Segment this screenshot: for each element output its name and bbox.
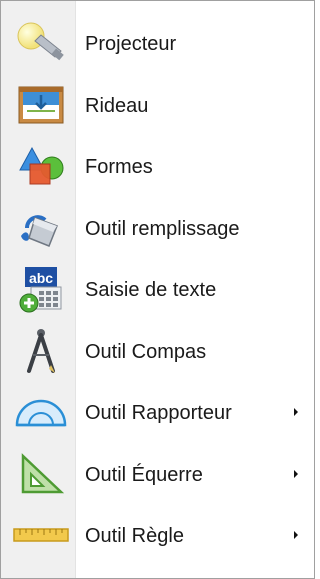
- menu-item-label: Projecteur: [85, 33, 177, 55]
- submenu-arrow-icon: [294, 469, 298, 478]
- menu-items: Projecteur Rideau Formes Outil remplissa…: [1, 13, 314, 567]
- menu-item-label: Outil Équerre: [85, 463, 203, 486]
- menu-item-rideau[interactable]: Rideau: [1, 75, 314, 137]
- shapes-icon: [13, 142, 69, 190]
- compass-icon: [13, 327, 69, 375]
- svg-text:abc: abc: [29, 270, 53, 286]
- menu-item-label: Outil Règle: [85, 525, 184, 547]
- menu-item-saisie-de-texte[interactable]: abc Saisie de texte: [1, 259, 314, 321]
- menu-item-outil-rapporteur[interactable]: Outil Rapporteur: [1, 382, 314, 444]
- menu-item-label: Saisie de texte: [85, 279, 217, 301]
- set-square-icon: [13, 450, 69, 498]
- menu-item-outil-compas[interactable]: Outil Compas: [1, 321, 314, 383]
- menu-item-outil-regle[interactable]: Outil Règle: [1, 505, 314, 567]
- spotlight-icon: [13, 19, 69, 67]
- protractor-icon: [13, 388, 69, 436]
- submenu-arrow-icon: [294, 531, 298, 539]
- curtain-icon: [13, 81, 69, 129]
- menu-item-label: Rideau: [85, 94, 149, 117]
- ruler-icon: [13, 511, 69, 559]
- text-input-icon: abc: [13, 265, 69, 313]
- menu-item-label: Outil Rapporteur: [85, 402, 232, 424]
- menu-item-label: Formes: [85, 156, 153, 178]
- menu-item-label: Outil remplissage: [85, 217, 240, 240]
- submenu-arrow-icon: [294, 408, 298, 416]
- menu-item-formes[interactable]: Formes: [1, 136, 314, 198]
- menu-item-label: Outil Compas: [85, 340, 207, 363]
- context-menu: Projecteur Rideau Formes Outil remplissa…: [0, 0, 315, 579]
- menu-item-outil-equerre[interactable]: Outil Équerre: [1, 444, 314, 506]
- menu-item-projecteur[interactable]: Projecteur: [1, 13, 314, 75]
- menu-item-outil-remplissage[interactable]: Outil remplissage: [1, 198, 314, 260]
- paint-bucket-icon: [13, 204, 69, 252]
